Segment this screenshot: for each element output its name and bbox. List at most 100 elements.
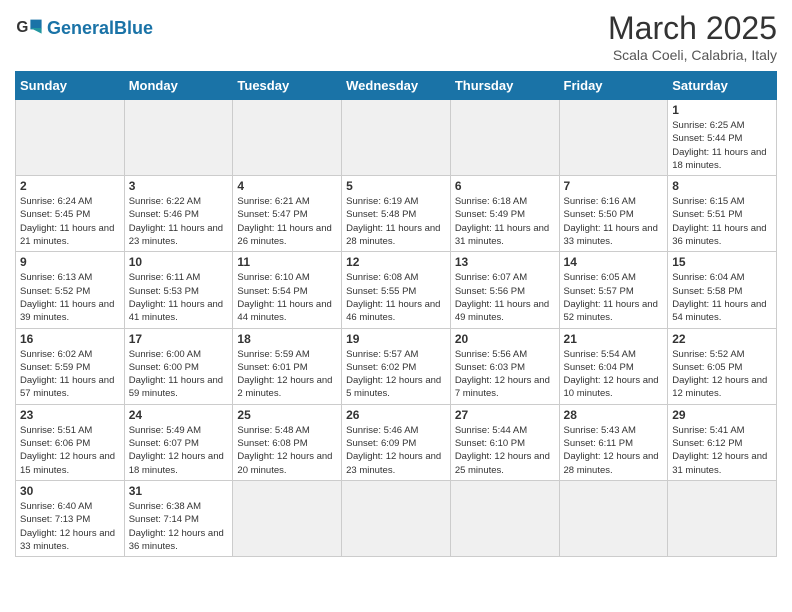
date-number: 27 — [455, 408, 555, 422]
cell-content: Sunrise: 6:00 AMSunset: 6:00 PMDaylight:… — [129, 348, 229, 401]
cell-content: Sunrise: 5:48 AMSunset: 6:08 PMDaylight:… — [237, 424, 337, 477]
date-number: 20 — [455, 332, 555, 346]
calendar: SundayMondayTuesdayWednesdayThursdayFrid… — [15, 71, 777, 557]
calendar-cell: 28 Sunrise: 5:43 AMSunset: 6:11 PMDayligh… — [559, 404, 668, 480]
calendar-cell: 26 Sunrise: 5:46 AMSunset: 6:09 PMDayligh… — [342, 404, 451, 480]
calendar-cell: 18Sunrise: 5:59 AMSunset: 6:01 PMDayligh… — [233, 328, 342, 404]
date-number: 4 — [237, 179, 337, 193]
calendar-cell: 30 Sunrise: 6:40 AMSunset: 7:13 PMDayligh… — [16, 480, 125, 556]
calendar-cell: 22 Sunrise: 5:52 AMSunset: 6:05 PMDayligh… — [668, 328, 777, 404]
cell-content: Sunrise: 5:46 AMSunset: 6:09 PMDaylight:… — [346, 424, 446, 477]
week-row-0: 1 Sunrise: 6:25 AMSunset: 5:44 PMDaylight… — [16, 100, 777, 176]
day-headers-row: SundayMondayTuesdayWednesdayThursdayFrid… — [16, 72, 777, 100]
week-row-5: 30 Sunrise: 6:40 AMSunset: 7:13 PMDayligh… — [16, 480, 777, 556]
calendar-cell: 6Sunrise: 6:18 AMSunset: 5:49 PMDaylight… — [450, 176, 559, 252]
cell-content: Sunrise: 6:38 AMSunset: 7:14 PMDaylight:… — [129, 500, 229, 553]
date-number: 2 — [20, 179, 120, 193]
date-number: 3 — [129, 179, 229, 193]
calendar-cell — [233, 100, 342, 176]
week-row-3: 16 Sunrise: 6:02 AMSunset: 5:59 PMDayligh… — [16, 328, 777, 404]
logo-icon: G — [15, 14, 43, 42]
calendar-cell: 13Sunrise: 6:07 AMSunset: 5:56 PMDayligh… — [450, 252, 559, 328]
title-area: March 2025 Scala Coeli, Calabria, Italy — [608, 10, 777, 63]
date-number: 11 — [237, 255, 337, 269]
calendar-header: SundayMondayTuesdayWednesdayThursdayFrid… — [16, 72, 777, 100]
date-number: 29 — [672, 408, 772, 422]
date-number: 24 — [129, 408, 229, 422]
calendar-cell: 8 Sunrise: 6:15 AMSunset: 5:51 PMDaylight… — [668, 176, 777, 252]
cell-content: Sunrise: 6:24 AMSunset: 5:45 PMDaylight:… — [20, 195, 120, 248]
cell-content: Sunrise: 5:52 AMSunset: 6:05 PMDaylight:… — [672, 348, 772, 401]
date-number: 26 — [346, 408, 446, 422]
cell-content: Sunrise: 5:41 AMSunset: 6:12 PMDaylight:… — [672, 424, 772, 477]
day-header-monday: Monday — [124, 72, 233, 100]
calendar-cell: 2 Sunrise: 6:24 AMSunset: 5:45 PMDaylight… — [16, 176, 125, 252]
cell-content: Sunrise: 5:43 AMSunset: 6:11 PMDaylight:… — [564, 424, 664, 477]
calendar-cell: 29 Sunrise: 5:41 AMSunset: 6:12 PMDayligh… — [668, 404, 777, 480]
cell-content: Sunrise: 6:16 AMSunset: 5:50 PMDaylight:… — [564, 195, 664, 248]
date-number: 14 — [564, 255, 664, 269]
calendar-cell: 1 Sunrise: 6:25 AMSunset: 5:44 PMDaylight… — [668, 100, 777, 176]
logo: G GeneralBlue — [15, 14, 153, 42]
cell-content: Sunrise: 6:02 AMSunset: 5:59 PMDaylight:… — [20, 348, 120, 401]
cell-content: Sunrise: 6:07 AMSunset: 5:56 PMDaylight:… — [455, 271, 555, 324]
cell-content: Sunrise: 6:15 AMSunset: 5:51 PMDaylight:… — [672, 195, 772, 248]
calendar-cell — [559, 480, 668, 556]
cell-content: Sunrise: 5:54 AMSunset: 6:04 PMDaylight:… — [564, 348, 664, 401]
date-number: 9 — [20, 255, 120, 269]
week-row-2: 9Sunrise: 6:13 AMSunset: 5:52 PMDaylight… — [16, 252, 777, 328]
day-header-sunday: Sunday — [16, 72, 125, 100]
date-number: 8 — [672, 179, 772, 193]
header: G GeneralBlue March 2025 Scala Coeli, Ca… — [15, 10, 777, 63]
cell-content: Sunrise: 6:19 AMSunset: 5:48 PMDaylight:… — [346, 195, 446, 248]
calendar-cell: 25Sunrise: 5:48 AMSunset: 6:08 PMDayligh… — [233, 404, 342, 480]
calendar-cell: 19 Sunrise: 5:57 AMSunset: 6:02 PMDayligh… — [342, 328, 451, 404]
date-number: 30 — [20, 484, 120, 498]
cell-content: Sunrise: 5:44 AMSunset: 6:10 PMDaylight:… — [455, 424, 555, 477]
date-number: 28 — [564, 408, 664, 422]
cell-content: Sunrise: 5:49 AMSunset: 6:07 PMDaylight:… — [129, 424, 229, 477]
cell-content: Sunrise: 6:25 AMSunset: 5:44 PMDaylight:… — [672, 119, 772, 172]
date-number: 31 — [129, 484, 229, 498]
date-number: 5 — [346, 179, 446, 193]
cell-content: Sunrise: 6:11 AMSunset: 5:53 PMDaylight:… — [129, 271, 229, 324]
calendar-cell: 21 Sunrise: 5:54 AMSunset: 6:04 PMDayligh… — [559, 328, 668, 404]
date-number: 17 — [129, 332, 229, 346]
calendar-cell: 27 Sunrise: 5:44 AMSunset: 6:10 PMDayligh… — [450, 404, 559, 480]
calendar-cell — [342, 100, 451, 176]
calendar-cell — [342, 480, 451, 556]
calendar-cell — [559, 100, 668, 176]
calendar-cell: 5 Sunrise: 6:19 AMSunset: 5:48 PMDaylight… — [342, 176, 451, 252]
location-subtitle: Scala Coeli, Calabria, Italy — [608, 47, 777, 63]
date-number: 1 — [672, 103, 772, 117]
cell-content: Sunrise: 6:40 AMSunset: 7:13 PMDaylight:… — [20, 500, 120, 553]
calendar-cell: 20Sunrise: 5:56 AMSunset: 6:03 PMDayligh… — [450, 328, 559, 404]
calendar-cell: 11 Sunrise: 6:10 AMSunset: 5:54 PMDayligh… — [233, 252, 342, 328]
cell-content: Sunrise: 5:57 AMSunset: 6:02 PMDaylight:… — [346, 348, 446, 401]
date-number: 7 — [564, 179, 664, 193]
day-header-friday: Friday — [559, 72, 668, 100]
date-number: 22 — [672, 332, 772, 346]
svg-text:G: G — [16, 19, 28, 36]
logo-text: GeneralBlue — [47, 19, 153, 37]
day-header-saturday: Saturday — [668, 72, 777, 100]
cell-content: Sunrise: 6:05 AMSunset: 5:57 PMDaylight:… — [564, 271, 664, 324]
date-number: 19 — [346, 332, 446, 346]
day-header-thursday: Thursday — [450, 72, 559, 100]
date-number: 23 — [20, 408, 120, 422]
cell-content: Sunrise: 6:08 AMSunset: 5:55 PMDaylight:… — [346, 271, 446, 324]
calendar-cell: 12 Sunrise: 6:08 AMSunset: 5:55 PMDayligh… — [342, 252, 451, 328]
date-number: 21 — [564, 332, 664, 346]
cell-content: Sunrise: 6:04 AMSunset: 5:58 PMDaylight:… — [672, 271, 772, 324]
calendar-cell: 16 Sunrise: 6:02 AMSunset: 5:59 PMDayligh… — [16, 328, 125, 404]
date-number: 10 — [129, 255, 229, 269]
calendar-cell — [233, 480, 342, 556]
date-number: 12 — [346, 255, 446, 269]
date-number: 6 — [455, 179, 555, 193]
cell-content: Sunrise: 6:10 AMSunset: 5:54 PMDaylight:… — [237, 271, 337, 324]
calendar-cell — [16, 100, 125, 176]
cell-content: Sunrise: 6:22 AMSunset: 5:46 PMDaylight:… — [129, 195, 229, 248]
date-number: 16 — [20, 332, 120, 346]
calendar-cell: 23Sunrise: 5:51 AMSunset: 6:06 PMDayligh… — [16, 404, 125, 480]
calendar-cell — [124, 100, 233, 176]
